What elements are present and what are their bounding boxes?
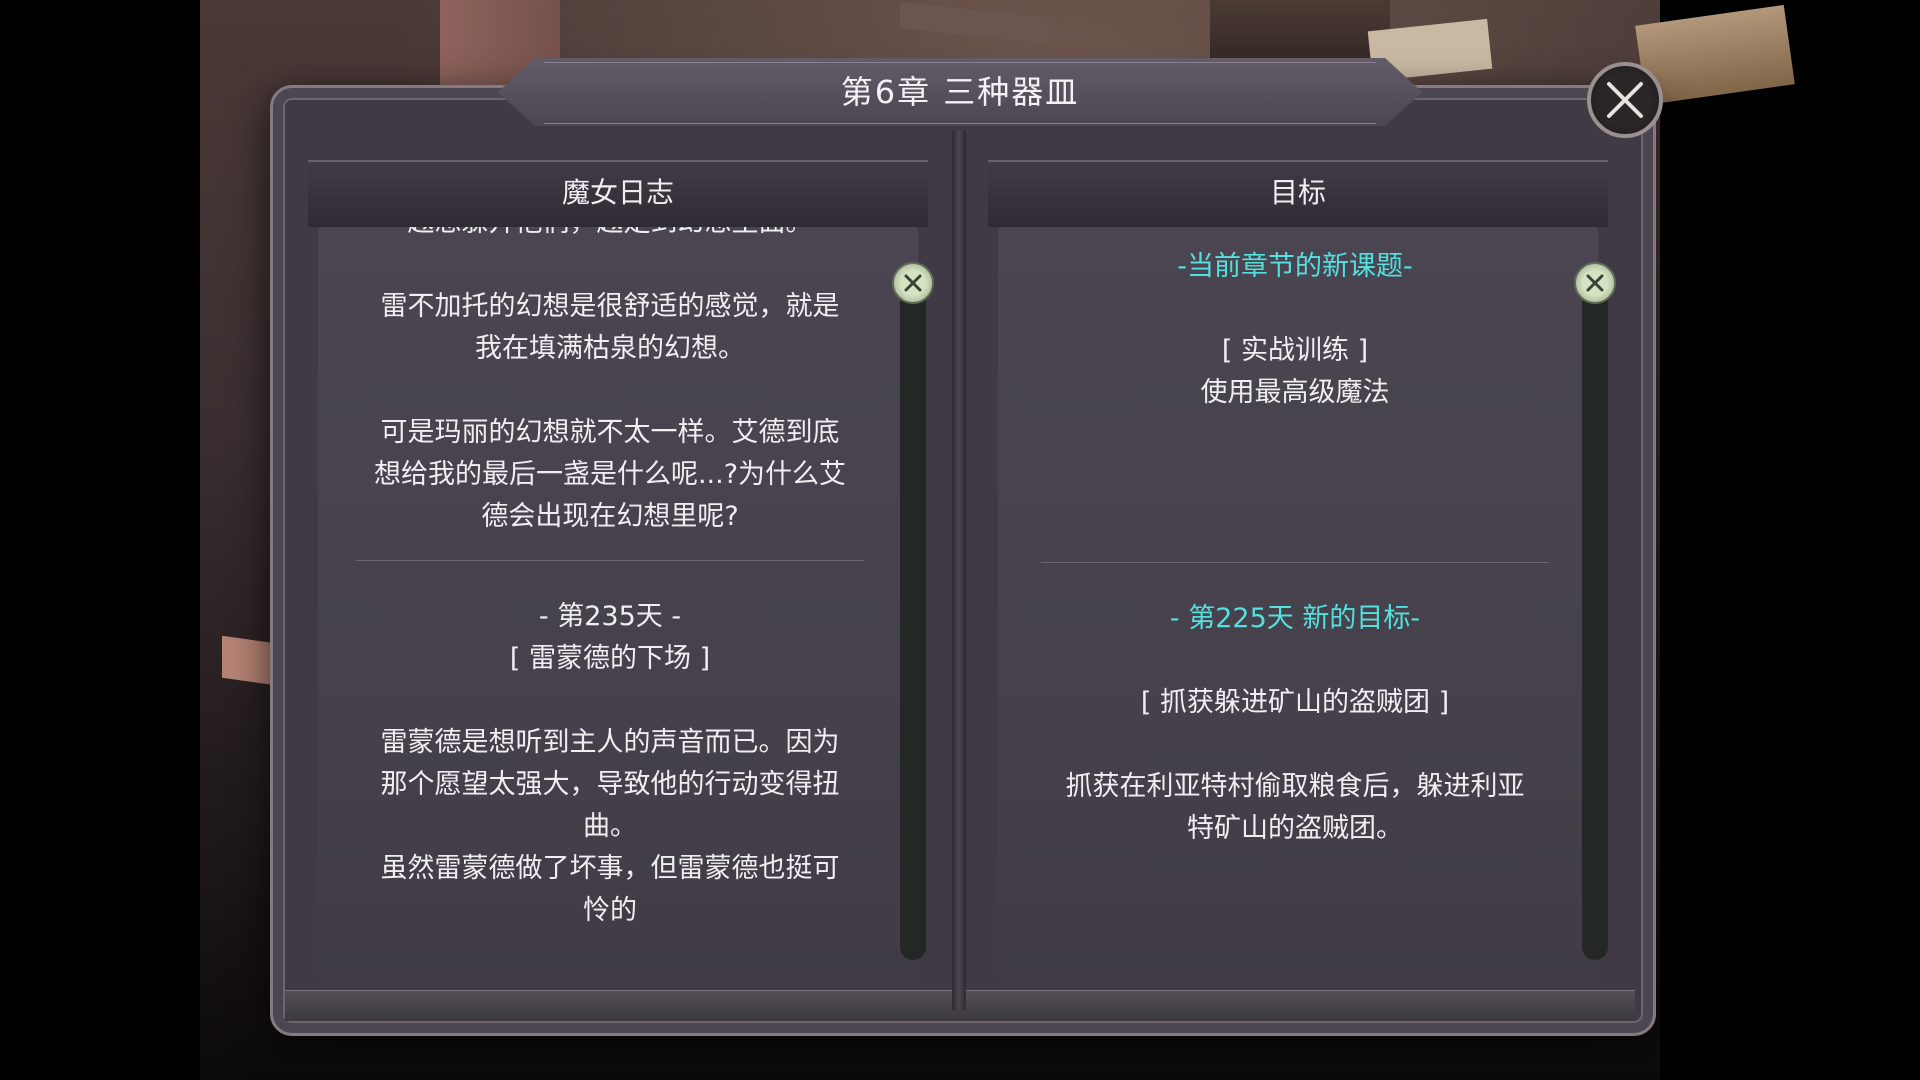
- diary-text-line: 雷蒙德是想听到主人的声音而已。因为: [380, 727, 840, 758]
- diary-header: 魔女日志: [561, 176, 674, 209]
- diary-text-line: 虽然雷蒙德做了坏事，但雷蒙德也挺可: [380, 853, 840, 884]
- diary-content[interactable]: 越想躲开他们，越走到幻想里面。 雷不加托的幻想是很舒适的感觉，就是 我在填满枯泉…: [330, 222, 890, 922]
- diary-entry-title: [ 雷蒙德的下场 ]: [509, 643, 711, 674]
- close-x-icon: [1607, 82, 1643, 118]
- goal-description-line: 抓获在利亚特村偷取粮食后，躲进利亚: [1065, 771, 1525, 802]
- task-description: 使用最高级魔法: [1200, 377, 1390, 408]
- objective-scroll-handle[interactable]: [1574, 262, 1616, 304]
- chapter-title: 第6章 三种器皿: [840, 73, 1080, 111]
- book-spine: [952, 130, 966, 1010]
- scroll-x-icon: [1586, 274, 1604, 292]
- current-task-heading: -当前章节的新课题-: [1177, 251, 1413, 282]
- background-coat-rack: [900, 2, 1050, 44]
- diary-divider: [356, 560, 864, 561]
- objective-divider: [1041, 562, 1549, 563]
- task-title: [ 实战训练 ]: [1221, 335, 1369, 366]
- diary-text-line: 我在填满枯泉的幻想。: [475, 333, 745, 364]
- close-button[interactable]: [1587, 62, 1663, 138]
- diary-text-line: 想给我的最后一盏是什么呢...?为什么艾: [373, 459, 847, 490]
- diary-text-line: 德会出现在幻想里呢?: [481, 501, 739, 532]
- objective-scrollbar[interactable]: [1582, 290, 1608, 960]
- scroll-x-icon: [904, 274, 922, 292]
- goal-description-line: 特矿山的盗贼团。: [1187, 813, 1403, 844]
- diary-scroll-handle[interactable]: [892, 262, 934, 304]
- diary-text-line: 那个愿望太强大，导致他的行动变得扭: [380, 769, 840, 800]
- diary-text-line: 曲。: [583, 811, 637, 842]
- objective-content[interactable]: -当前章节的新课题- [ 实战训练 ] 使用最高级魔法 - 第225天 新的目标…: [1015, 228, 1575, 918]
- diary-scrollbar[interactable]: [900, 290, 926, 960]
- objective-header: 目标: [1269, 176, 1326, 209]
- diary-text-line: 可是玛丽的幻想就不太一样。艾德到底: [380, 417, 840, 448]
- goal-title: [ 抓获躲进矿山的盗贼团 ]: [1140, 687, 1450, 718]
- goal-heading: - 第225天 新的目标-: [1169, 603, 1421, 634]
- diary-text-line: 雷不加托的幻想是很舒适的感觉，就是: [380, 291, 840, 322]
- diary-text-line: 怜的: [583, 895, 637, 922]
- diary-entry-day: - 第235天 -: [538, 601, 682, 632]
